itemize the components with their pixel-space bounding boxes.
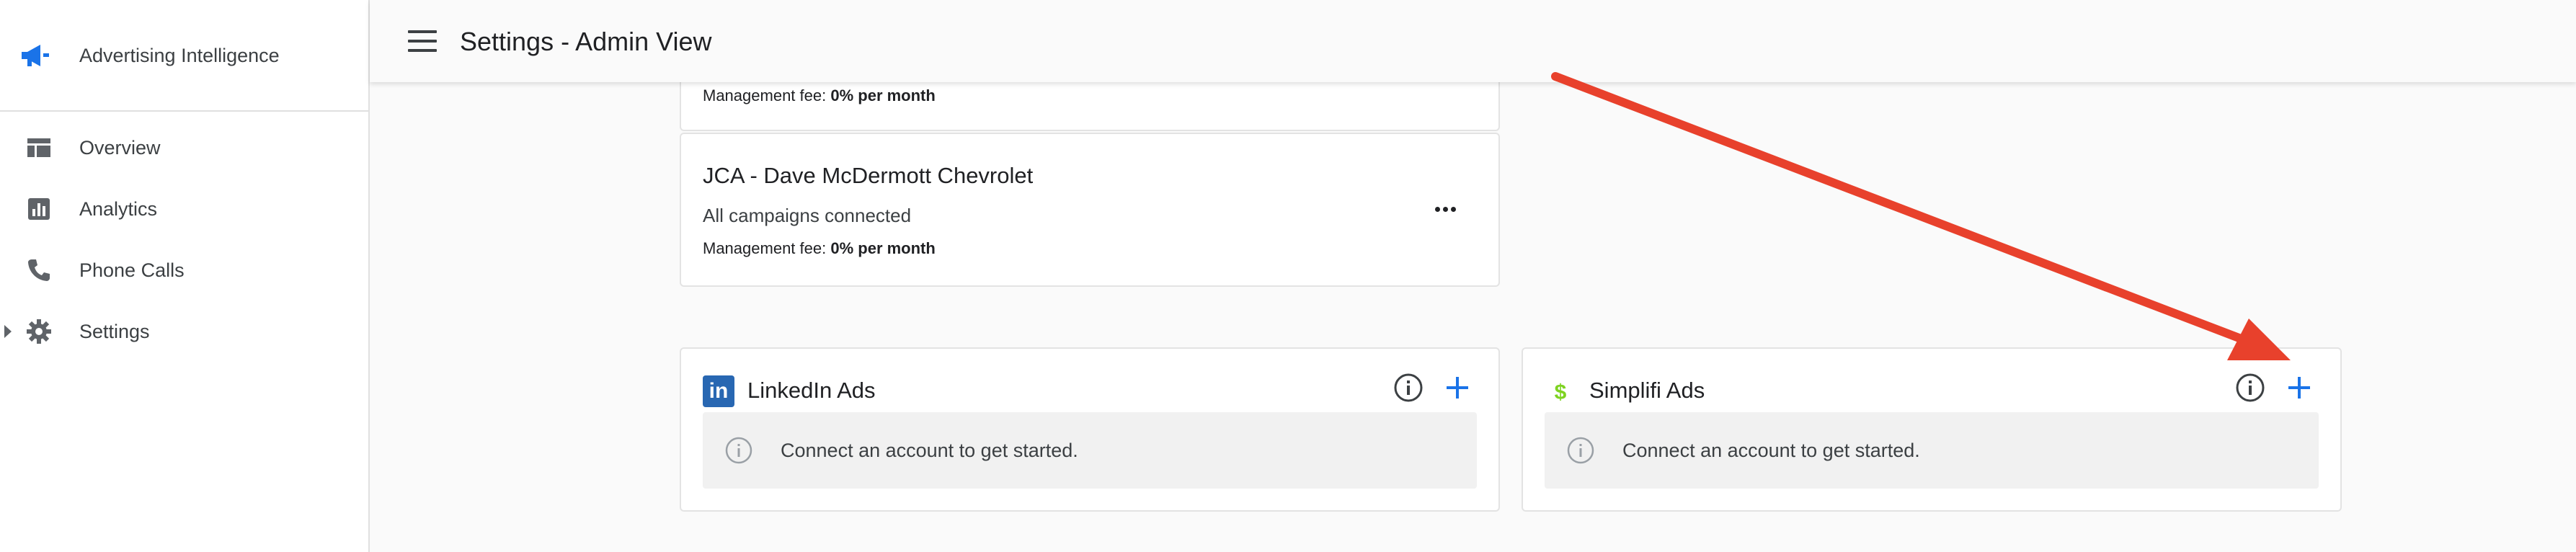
- platform-name: LinkedIn Ads: [747, 378, 876, 403]
- sidebar-item-phone-calls[interactable]: Phone Calls: [0, 245, 368, 295]
- empty-state: Connect an account to get started.: [1545, 412, 2319, 489]
- management-fee-value: 0% per month: [830, 239, 936, 257]
- sidebar-item-label: Analytics: [79, 198, 158, 220]
- info-icon[interactable]: [1393, 373, 1424, 403]
- platform-card-linkedin: in LinkedIn Ads Connect an account to ge…: [680, 347, 1500, 512]
- gear-icon: [27, 319, 51, 344]
- empty-state-message: Connect an account to get started.: [1622, 440, 1920, 461]
- management-fee: Management fee: 0% per month: [703, 239, 936, 258]
- sidebar-item-label: Overview: [79, 137, 161, 159]
- dashboard-icon: [27, 138, 50, 157]
- account-status: All campaigns connected: [703, 205, 912, 226]
- account-name: JCA - Dave McDermott Chevrolet: [703, 163, 1034, 188]
- megaphone-icon: [22, 45, 49, 66]
- sidebar-item-settings[interactable]: Settings: [0, 306, 368, 357]
- hamburger-menu-icon[interactable]: [408, 30, 437, 53]
- sidebar: Advertising Intelligence Overview Analyt…: [0, 0, 370, 552]
- phone-icon: [28, 259, 50, 281]
- app-title: Advertising Intelligence: [79, 45, 280, 66]
- management-fee: Management fee: 0% per month: [703, 86, 936, 105]
- add-account-button[interactable]: [1442, 373, 1473, 403]
- linkedin-logo-icon: in: [703, 375, 734, 407]
- sidebar-item-analytics[interactable]: Analytics: [0, 184, 368, 234]
- info-icon: [725, 437, 752, 464]
- info-icon: [1567, 437, 1594, 464]
- management-fee-label: Management fee:: [703, 86, 827, 104]
- sidebar-item-overview[interactable]: Overview: [0, 123, 368, 173]
- top-app-bar: Settings - Admin View: [370, 0, 2576, 82]
- empty-state-message: Connect an account to get started.: [781, 440, 1078, 461]
- info-icon[interactable]: [2235, 373, 2265, 403]
- simplifi-logo-icon: $: [1555, 380, 1567, 404]
- more-options-button[interactable]: [1435, 202, 1464, 217]
- add-account-button[interactable]: [2284, 373, 2314, 403]
- brand-header: Advertising Intelligence: [0, 0, 368, 112]
- management-fee-label: Management fee:: [703, 239, 827, 257]
- account-card: JCA - Dave McDermott Chevrolet All campa…: [680, 133, 1500, 287]
- platform-name: Simplifi Ads: [1589, 378, 1705, 403]
- svg-text:$: $: [1555, 380, 1567, 404]
- sidebar-item-label: Settings: [79, 321, 150, 342]
- platform-card-simplifi: $ Simplifi Ads Connect an account to get…: [1522, 347, 2342, 512]
- linkedin-logo-text: in: [709, 379, 729, 403]
- empty-state: Connect an account to get started.: [703, 412, 1477, 489]
- management-fee-value: 0% per month: [830, 86, 936, 104]
- page-title: Settings - Admin View: [460, 27, 712, 56]
- caret-right-icon[interactable]: [4, 325, 12, 338]
- sidebar-item-label: Phone Calls: [79, 259, 185, 281]
- analytics-icon: [28, 198, 50, 220]
